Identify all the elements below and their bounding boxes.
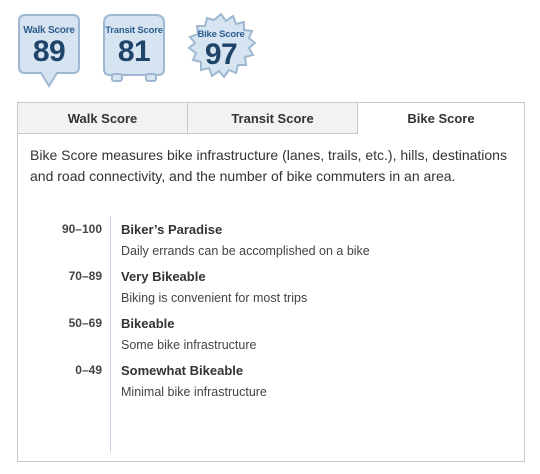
walk-score-value: 89 bbox=[32, 35, 66, 68]
tab-bike-score[interactable]: Bike Score bbox=[358, 103, 524, 134]
score-info-panel: Walk Score Transit Score Bike Score Bike… bbox=[17, 102, 525, 462]
range-title: Very Bikeable bbox=[121, 269, 206, 284]
range-title: Somewhat Bikeable bbox=[121, 363, 244, 378]
range-description: Daily errands can be accomplished on a b… bbox=[121, 244, 370, 258]
walk-score-badge[interactable]: Walk Score 89 bbox=[17, 13, 81, 89]
range-row: 0–49 Somewhat Bikeable Minimal bike infr… bbox=[18, 363, 524, 407]
transit-score-badge[interactable]: Transit Score 81 bbox=[102, 13, 166, 83]
range-title: Biker’s Paradise bbox=[121, 222, 223, 237]
tab-walk-score[interactable]: Walk Score bbox=[18, 103, 188, 134]
bike-score-value: 97 bbox=[204, 38, 238, 71]
bike-score-badge[interactable]: Bike Score 97 bbox=[186, 12, 256, 82]
range-value: 0–49 bbox=[75, 363, 102, 377]
range-row: 90–100 Biker’s Paradise Daily errands ca… bbox=[18, 222, 524, 266]
range-row: 50–69 Bikeable Some bike infrastructure bbox=[18, 316, 524, 360]
range-row: 70–89 Very Bikeable Biking is convenient… bbox=[18, 269, 524, 313]
tab-transit-score[interactable]: Transit Score bbox=[188, 103, 358, 134]
score-tabs: Walk Score Transit Score Bike Score bbox=[18, 103, 524, 135]
score-badges: Walk Score 89 Transit Score 81 Bike Scor… bbox=[0, 0, 540, 96]
range-value: 70–89 bbox=[68, 269, 102, 283]
bike-score-description: Bike Score measures bike infrastructure … bbox=[30, 147, 507, 184]
transit-score-value: 81 bbox=[117, 35, 151, 68]
range-value: 50–69 bbox=[68, 316, 102, 330]
range-value: 90–100 bbox=[61, 222, 102, 236]
range-description: Biking is convenient for most trips bbox=[121, 291, 308, 305]
range-description: Minimal bike infrastructure bbox=[121, 385, 267, 399]
range-title: Bikeable bbox=[121, 316, 175, 331]
range-description: Some bike infrastructure bbox=[121, 338, 257, 352]
